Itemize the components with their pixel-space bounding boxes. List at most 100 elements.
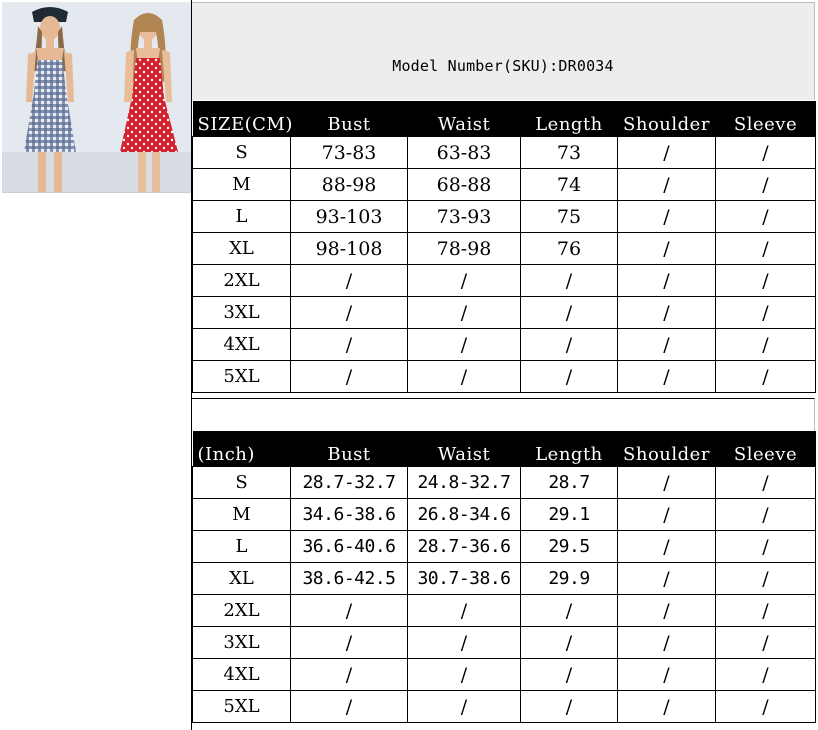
cell-waist: 73-93 — [407, 200, 521, 233]
header-sleeve: Sleeve — [715, 431, 816, 467]
table-row: M 34.6-38.6 26.8-34.6 29.1 / / — [192, 498, 816, 531]
header-unit: (Inch) — [192, 431, 291, 467]
cell-sleeve: / — [715, 264, 816, 297]
cell-sleeve: / — [715, 530, 816, 563]
cell-length: / — [520, 360, 618, 393]
table-row: 4XL / / / / / — [192, 328, 816, 361]
cell-waist: / — [407, 328, 521, 361]
table-row: 2XL / / / / / — [192, 264, 816, 297]
cell-size: 3XL — [192, 626, 291, 659]
cell-length: 73 — [520, 136, 618, 169]
cell-length: 76 — [520, 232, 618, 265]
cell-length: 29.9 — [520, 562, 618, 595]
cell-bust: / — [290, 690, 408, 723]
cell-bust: / — [290, 626, 408, 659]
cell-shoulder: / — [617, 136, 716, 169]
cell-length: / — [520, 594, 618, 627]
cell-waist: 30.7-38.6 — [407, 562, 521, 595]
table-row: 5XL / / / / / — [192, 690, 816, 723]
cell-shoulder: / — [617, 168, 716, 201]
cell-bust: / — [290, 658, 408, 691]
cell-sleeve: / — [715, 296, 816, 329]
cell-waist: 78-98 — [407, 232, 521, 265]
cell-size: XL — [192, 562, 291, 595]
cell-bust: 38.6-42.5 — [290, 562, 408, 595]
cell-length: 74 — [520, 168, 618, 201]
cell-bust: 73-83 — [290, 136, 408, 169]
cell-waist: 63-83 — [407, 136, 521, 169]
cell-size: 5XL — [192, 360, 291, 393]
cell-sleeve: / — [715, 200, 816, 233]
cell-bust: / — [290, 594, 408, 627]
cell-bust: 36.6-40.6 — [290, 530, 408, 563]
cell-bust: 98-108 — [290, 232, 408, 265]
header-bust: Bust — [290, 101, 408, 137]
cell-waist: / — [407, 594, 521, 627]
cell-sleeve: / — [715, 498, 816, 531]
table-spacer — [192, 398, 815, 431]
table-row: 5XL / / / / / — [192, 360, 816, 393]
product-photo — [2, 2, 191, 192]
cell-length: / — [520, 626, 618, 659]
cell-sleeve: / — [715, 232, 816, 265]
cell-size: M — [192, 498, 291, 531]
cell-length: / — [520, 296, 618, 329]
sku-header: Model Number(SKU):DR0034 — [192, 2, 815, 100]
header-length: Length — [520, 101, 618, 137]
cell-length: / — [520, 658, 618, 691]
cell-shoulder: / — [617, 232, 716, 265]
cell-shoulder: / — [617, 264, 716, 297]
header-sleeve: Sleeve — [715, 101, 816, 137]
cell-bust: 34.6-38.6 — [290, 498, 408, 531]
table-header-row: (Inch) Bust Waist Length Shoulder Sleeve — [192, 431, 816, 467]
cell-length: 29.5 — [520, 530, 618, 563]
cell-length: 29.1 — [520, 498, 618, 531]
cell-shoulder: / — [617, 296, 716, 329]
cell-shoulder: / — [617, 594, 716, 627]
table-row: L 93-103 73-93 75 / / — [192, 200, 816, 233]
cell-bust: / — [290, 296, 408, 329]
cell-size: L — [192, 200, 291, 233]
header-shoulder: Shoulder — [617, 431, 716, 467]
table-row: 3XL / / / / / — [192, 296, 816, 329]
cell-sleeve: / — [715, 594, 816, 627]
cell-sleeve: / — [715, 626, 816, 659]
cell-waist: / — [407, 626, 521, 659]
cell-size: 4XL — [192, 328, 291, 361]
header-shoulder: Shoulder — [617, 101, 716, 137]
cell-sleeve: / — [715, 136, 816, 169]
table-row: 4XL / / / / / — [192, 658, 816, 691]
header-length: Length — [520, 431, 618, 467]
cell-bust: 88-98 — [290, 168, 408, 201]
size-table-inch: (Inch) Bust Waist Length Shoulder Sleeve… — [192, 431, 816, 723]
cell-size: 4XL — [192, 658, 291, 691]
header-bust: Bust — [290, 431, 408, 467]
cell-bust: 93-103 — [290, 200, 408, 233]
table-row: XL 38.6-42.5 30.7-38.6 29.9 / / — [192, 562, 816, 595]
cell-sleeve: / — [715, 658, 816, 691]
size-table-cm: SIZE(CM) Bust Waist Length Shoulder Slee… — [192, 101, 816, 393]
cell-length: / — [520, 264, 618, 297]
cell-shoulder: / — [617, 328, 716, 361]
cell-shoulder: / — [617, 562, 716, 595]
cell-shoulder: / — [617, 626, 716, 659]
table-row: 3XL / / / / / — [192, 626, 816, 659]
cell-waist: / — [407, 264, 521, 297]
photo-divider — [2, 192, 191, 193]
cell-sleeve: / — [715, 562, 816, 595]
cell-size: XL — [192, 232, 291, 265]
cell-waist: / — [407, 296, 521, 329]
header-size: SIZE(CM) — [192, 101, 292, 137]
table-header-row: SIZE(CM) Bust Waist Length Shoulder Slee… — [192, 101, 816, 137]
cell-shoulder: / — [617, 466, 716, 499]
cell-sleeve: / — [715, 168, 816, 201]
cell-waist: 28.7-36.6 — [407, 530, 521, 563]
cell-waist: / — [407, 360, 521, 393]
cell-sleeve: / — [715, 690, 816, 723]
header-waist: Waist — [407, 101, 521, 137]
cell-size: S — [192, 466, 291, 499]
table-row: XL 98-108 78-98 76 / / — [192, 232, 816, 265]
cell-size: L — [192, 530, 291, 563]
cell-shoulder: / — [617, 360, 716, 393]
cell-size: S — [192, 136, 291, 169]
